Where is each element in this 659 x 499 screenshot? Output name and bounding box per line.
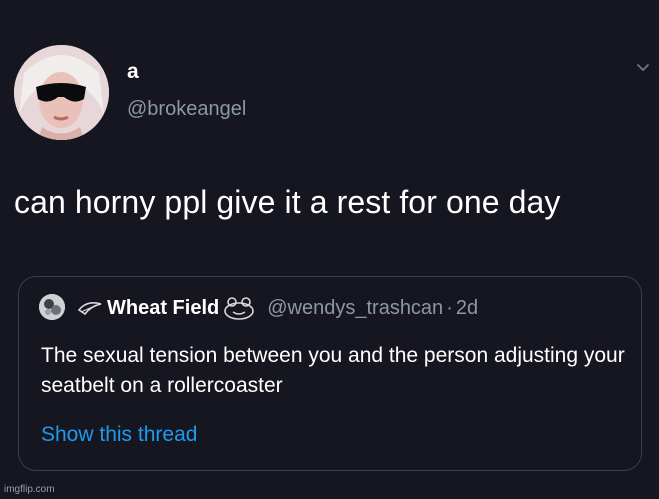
- dot-separator: ·: [446, 296, 453, 319]
- user-handle[interactable]: @brokeangel: [127, 98, 246, 121]
- quoted-tweet-card[interactable]: Wheat Field @wendys_trashcan · 2d The se…: [18, 276, 642, 471]
- chevron-down-icon[interactable]: [636, 62, 650, 74]
- quoted-timestamp[interactable]: 2d: [456, 297, 478, 320]
- quoted-handle[interactable]: @wendys_trashcan: [267, 297, 443, 320]
- quoted-tweet-text: The sexual tension between you and the p…: [41, 344, 625, 397]
- show-thread-link[interactable]: Show this thread: [41, 423, 197, 447]
- frog-emoji-icon: [224, 297, 255, 320]
- leaf-emoji-icon: [77, 302, 102, 316]
- quoted-display-name[interactable]: Wheat Field: [107, 297, 219, 320]
- tweet: a @brokeangel can horny ppl give it a re…: [0, 0, 659, 499]
- quoted-header: Wheat Field @wendys_trashcan · 2d: [77, 294, 478, 322]
- watermark: imgflip.com: [4, 484, 55, 495]
- quoted-avatar[interactable]: [39, 294, 65, 320]
- avatar[interactable]: [14, 45, 109, 140]
- tweet-text: can horny ppl give it a rest for one day: [14, 184, 561, 220]
- display-name[interactable]: a: [127, 60, 139, 84]
